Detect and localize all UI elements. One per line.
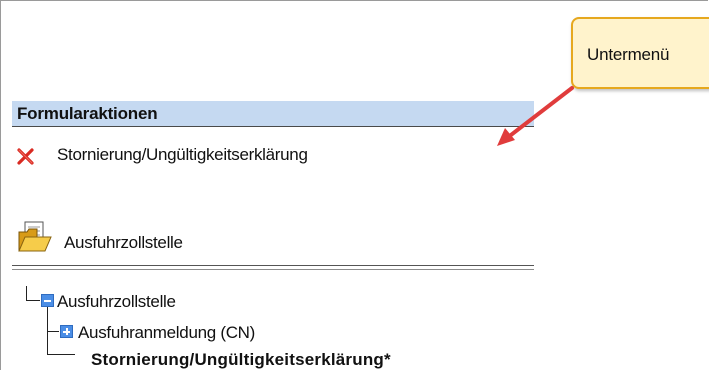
tree-item-export-declaration[interactable]: Ausfuhranmeldung (CN) [78,323,255,343]
callout-box: Untermenü [571,17,709,89]
expand-icon[interactable] [60,325,73,338]
callout-text: Untermenü [587,45,670,64]
tree-connector [26,286,27,301]
tree-item-cancellation[interactable]: Stornierung/Ungültigkeitserklärung* [91,350,391,370]
collapse-icon[interactable] [41,294,54,307]
tree-connector [26,300,40,301]
tree-item-root[interactable]: Ausfuhrzollstelle [57,292,176,312]
tree-connector [47,354,75,355]
tree-connector [47,331,59,332]
